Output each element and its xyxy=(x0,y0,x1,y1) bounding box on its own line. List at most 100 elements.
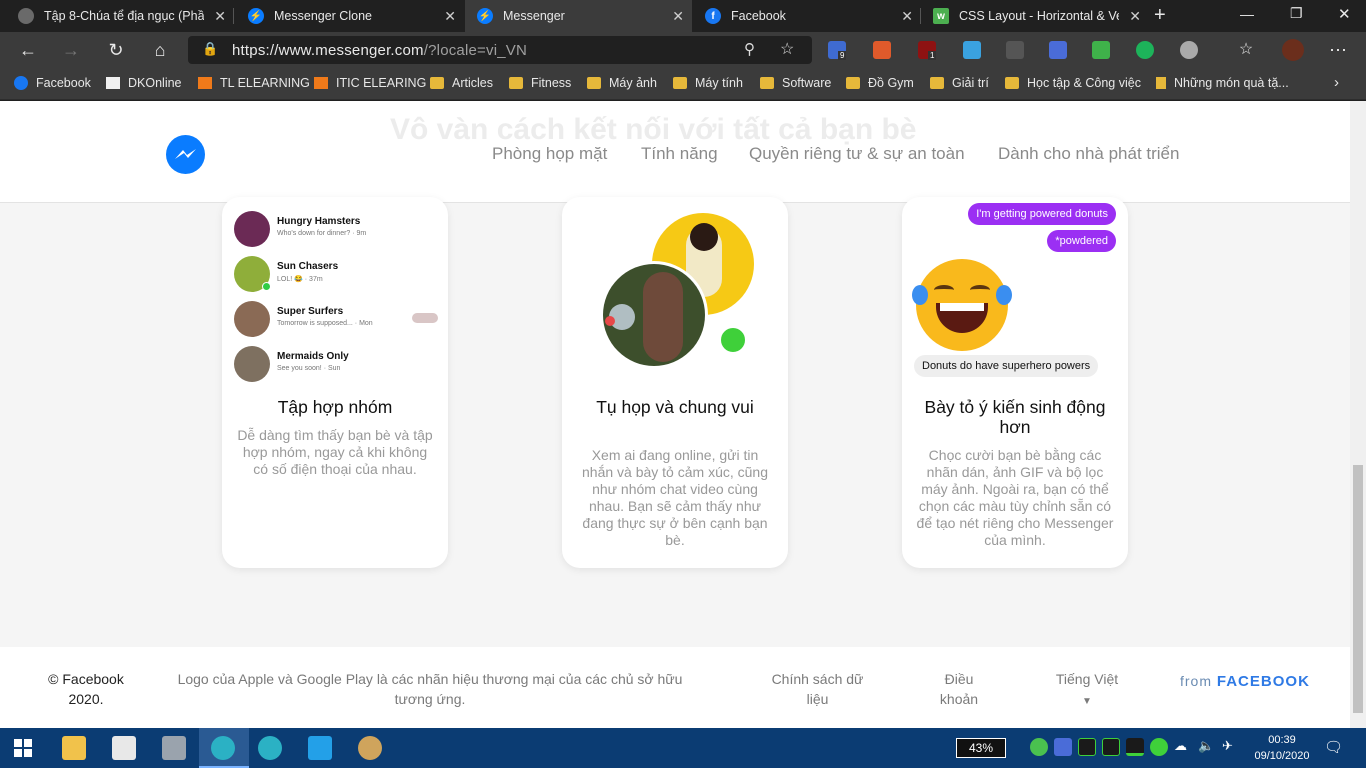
bookmark-giai-tri[interactable]: Giải trí xyxy=(930,76,989,90)
tray-icon[interactable] xyxy=(1054,738,1072,756)
search-icon[interactable]: ⚲ xyxy=(744,40,755,58)
nav-developers[interactable]: Dành cho nhà phát triển xyxy=(998,144,1179,164)
extension-icon[interactable] xyxy=(873,41,891,59)
scrollbar-thumb[interactable] xyxy=(1353,465,1363,713)
bookmark-do-gym[interactable]: Đồ Gym xyxy=(846,76,914,90)
shield-icon[interactable] xyxy=(1030,738,1048,756)
list-item: Super Surfers Tomorrow is supposed... · … xyxy=(234,299,444,339)
bookmark-fitness[interactable]: Fitness xyxy=(509,76,571,90)
data-policy-link[interactable]: Chính sách dữ liệu xyxy=(760,669,875,709)
elearning-icon xyxy=(314,77,328,89)
back-icon[interactable]: ← xyxy=(16,38,40,62)
restore-button[interactable]: ❐ xyxy=(1290,5,1303,22)
nav-rooms[interactable]: Phòng họp mặt xyxy=(492,144,607,164)
notifications-icon[interactable]: 🗨 xyxy=(1324,738,1343,756)
tab-3-active[interactable]: ⚡ Messenger ✕ xyxy=(465,0,692,32)
url-field[interactable]: 🔒 https://www.messenger.com/?locale=vi_V… xyxy=(188,36,812,64)
tab-title: Messenger Clone xyxy=(274,9,372,23)
close-icon[interactable]: ✕ xyxy=(214,8,226,25)
bookmark-articles[interactable]: Articles xyxy=(430,76,493,90)
favorite-star-icon[interactable]: ☆ xyxy=(780,39,794,59)
volume-icon[interactable]: 🔈 xyxy=(1198,738,1214,754)
minimize-button[interactable]: — xyxy=(1240,6,1254,22)
download-arrow-icon[interactable] xyxy=(1092,41,1110,59)
app-icon[interactable] xyxy=(112,736,136,760)
gift-icon xyxy=(1156,77,1166,89)
vertical-scrollbar[interactable] xyxy=(1350,101,1366,728)
trademark-notice: Logo của Apple và Google Play là các nhã… xyxy=(177,671,683,707)
from-facebook-logo: from FACEBOOK xyxy=(1180,673,1310,690)
tab-4[interactable]: f Facebook ✕ xyxy=(693,0,921,32)
folder-icon xyxy=(1005,77,1019,89)
close-window-button[interactable]: ✕ xyxy=(1338,5,1351,23)
tab-5[interactable]: w CSS Layout - Horizontal & Vert ✕ xyxy=(921,0,1149,32)
facebook-icon xyxy=(14,76,28,90)
battery-indicator[interactable]: 43% xyxy=(956,738,1006,758)
collections-icon[interactable]: ☆ xyxy=(1234,38,1258,62)
close-icon[interactable]: ✕ xyxy=(901,8,913,25)
close-icon[interactable]: ✕ xyxy=(444,8,456,25)
vscode-icon[interactable] xyxy=(308,736,332,760)
copyright: © Facebook 2020. xyxy=(48,671,124,707)
facebook-icon: f xyxy=(705,8,721,24)
tab-title: CSS Layout - Horizontal & Vert xyxy=(959,9,1119,23)
ublock-icon[interactable]: 1 xyxy=(918,41,937,60)
bookmark-itic-elearing[interactable]: ITIC ELEARING xyxy=(314,76,426,90)
link-extension-icon[interactable] xyxy=(963,41,981,59)
p-extension-icon[interactable] xyxy=(1006,41,1024,59)
bookmark-software[interactable]: Software xyxy=(760,76,831,90)
new-tab-button[interactable]: + xyxy=(1154,4,1166,27)
network-icon[interactable]: ✈ xyxy=(1222,738,1233,754)
tab-1[interactable]: Tập 8-Chúa tể địa ngục (Phần ✕ xyxy=(6,0,234,32)
gpu-monitor-icon[interactable] xyxy=(1102,738,1120,756)
cpu-monitor-icon[interactable] xyxy=(1078,738,1096,756)
bookmark-facebook[interactable]: Facebook xyxy=(14,76,91,90)
gear-icon xyxy=(18,8,34,24)
folder-icon xyxy=(509,77,523,89)
info-icon[interactable] xyxy=(1180,41,1198,59)
app-tray-icon[interactable] xyxy=(1150,738,1168,756)
mail-extension-icon[interactable]: 9 xyxy=(828,41,847,60)
folder-icon xyxy=(846,77,860,89)
nav-privacy[interactable]: Quyền riêng tư & sự an toàn xyxy=(749,144,965,164)
file-explorer-icon[interactable] xyxy=(62,736,86,760)
messenger-logo-icon[interactable] xyxy=(166,135,205,174)
tab-extension-icon[interactable] xyxy=(1049,41,1067,59)
edge-icon[interactable] xyxy=(258,736,282,760)
nav-features[interactable]: Tính năng xyxy=(641,144,718,164)
terms-link[interactable]: Điều khoản xyxy=(930,669,988,709)
language-select[interactable]: Tiếng Việt ▼ xyxy=(1040,669,1134,712)
bookmark-may-anh[interactable]: Máy ảnh xyxy=(587,76,657,90)
url-path: /?locale=vi_VN xyxy=(423,42,528,59)
messenger-icon: ⚡ xyxy=(477,8,493,24)
download-icon[interactable] xyxy=(1136,41,1154,59)
taskbar-edge-active[interactable] xyxy=(199,728,249,768)
refresh-icon[interactable]: ↻ xyxy=(104,38,128,62)
tab-2[interactable]: ⚡ Messenger Clone ✕ xyxy=(236,0,464,32)
lock-icon: 🔒 xyxy=(202,41,219,56)
cloud-icon[interactable]: ☁ xyxy=(1174,738,1187,754)
folder-icon xyxy=(930,77,944,89)
bookmark-tl-elearning[interactable]: TL ELEARNING xyxy=(198,76,310,90)
site-header: Vô vàn cách kết nối với tất cả bạn bè Ph… xyxy=(0,101,1350,203)
forward-icon[interactable]: → xyxy=(59,38,83,62)
chevron-right-icon[interactable]: › xyxy=(1334,74,1339,91)
address-bar: ← → ↻ ⌂ 🔒 https://www.messenger.com/?loc… xyxy=(0,32,1366,68)
messenger-icon: ⚡ xyxy=(248,8,264,24)
bookmark-dkonline[interactable]: DKOnline xyxy=(106,76,182,90)
close-icon[interactable]: ✕ xyxy=(672,8,684,25)
windows-start-icon[interactable] xyxy=(14,739,32,757)
list-item: Mermaids Only See you soon! · Sun xyxy=(234,344,444,384)
calculator-icon[interactable] xyxy=(162,736,186,760)
system-clock[interactable]: 00:39 09/10/2020 xyxy=(1252,732,1312,764)
memory-monitor-icon[interactable] xyxy=(1126,738,1144,756)
chat-bubble-incoming: Donuts do have superhero powers xyxy=(914,355,1099,377)
avatar[interactable] xyxy=(1282,39,1304,61)
bookmark-hoc-tap[interactable]: Học tập & Công việc xyxy=(1005,76,1141,90)
more-icon[interactable]: ⋯ xyxy=(1326,38,1350,62)
bookmark-may-tinh[interactable]: Máy tính xyxy=(673,76,743,90)
paint-icon[interactable] xyxy=(358,736,382,760)
close-icon[interactable]: ✕ xyxy=(1129,8,1141,25)
home-icon[interactable]: ⌂ xyxy=(148,38,172,62)
bookmark-qua-tang[interactable]: Những món quà tặ... xyxy=(1156,76,1289,90)
